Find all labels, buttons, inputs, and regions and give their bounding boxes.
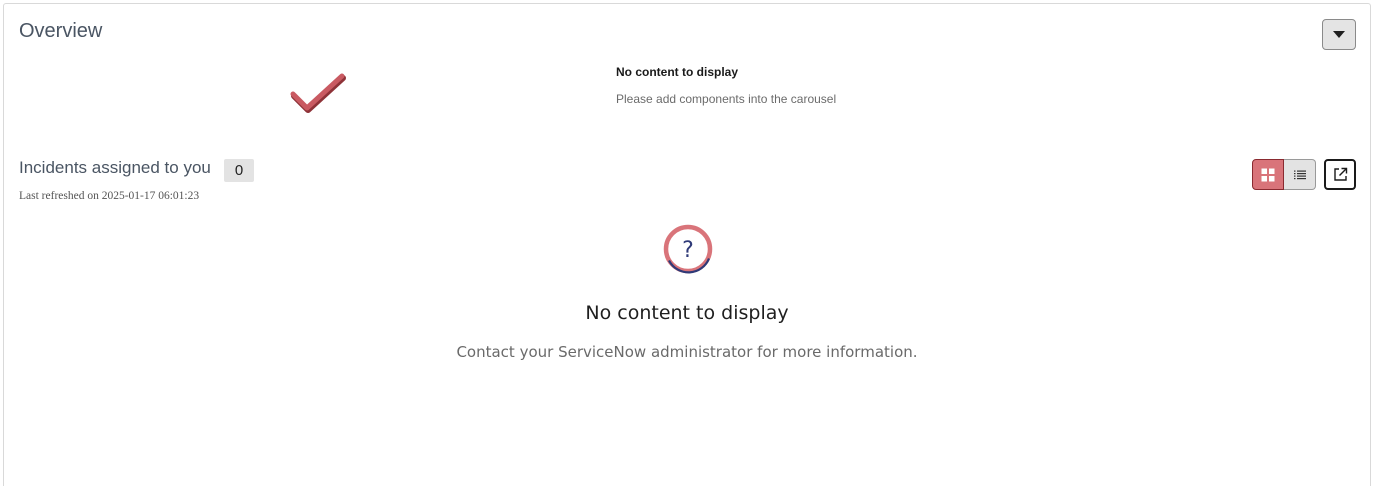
carousel-empty-message: Please add components into the carousel <box>616 92 837 106</box>
list-view-button[interactable] <box>1284 159 1316 190</box>
view-mode-toggle <box>1252 159 1316 190</box>
caret-down-icon <box>1333 31 1345 38</box>
open-in-new-window-button[interactable] <box>1324 159 1356 190</box>
grid-view-button[interactable] <box>1252 159 1284 190</box>
external-link-icon <box>1333 167 1347 181</box>
collapse-button[interactable] <box>1322 19 1356 50</box>
list-icon <box>1293 170 1306 179</box>
checkmark-icon <box>290 73 346 113</box>
incidents-empty-title: No content to display <box>585 302 789 324</box>
incidents-title: Incidents assigned to you <box>19 158 211 177</box>
overview-title: Overview <box>19 20 103 42</box>
svg-text:?: ? <box>682 238 694 263</box>
grid-icon <box>1261 168 1275 181</box>
last-refreshed-text: Last refreshed on 2025-01-17 06:01:23 <box>19 190 200 202</box>
incidents-empty-message: Contact your ServiceNow administrator fo… <box>456 343 918 361</box>
incident-count-badge: 0 <box>224 159 254 182</box>
carousel-empty-title: No content to display <box>616 65 739 79</box>
question-circle-icon: ? <box>663 224 713 274</box>
